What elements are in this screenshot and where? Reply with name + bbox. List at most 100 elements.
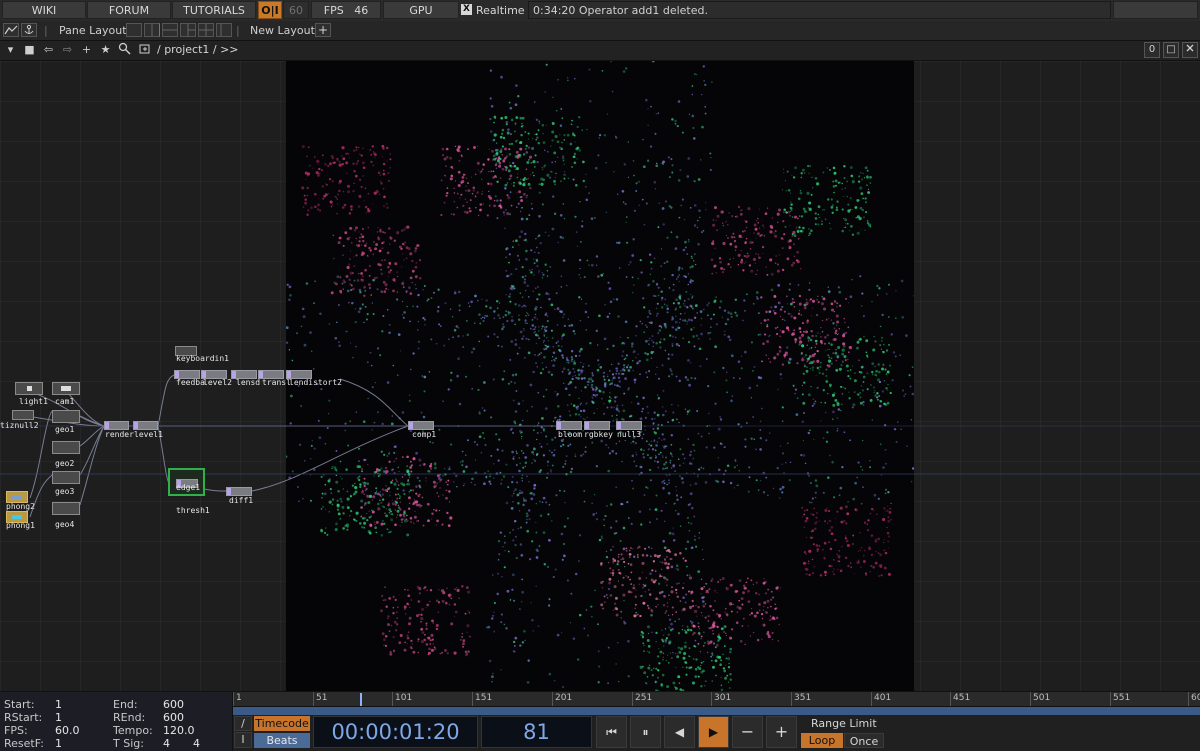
realtime-checkbox[interactable]: X xyxy=(461,4,472,15)
node-render1-label: render xyxy=(105,430,134,439)
timeline-mode-a-button[interactable]: / xyxy=(234,716,252,731)
ruler-tick-label: 51 xyxy=(313,692,327,706)
timeline-mode-b-button[interactable]: I xyxy=(234,732,252,748)
tempo-label: Tempo: xyxy=(113,724,153,737)
network-path-breadcrumb[interactable]: / project1 / >> xyxy=(157,43,239,56)
frame-display[interactable]: 81 xyxy=(481,716,592,748)
pane-type-icon[interactable] xyxy=(3,23,19,37)
layout-quad-icon[interactable] xyxy=(198,23,214,37)
gpu-button[interactable]: GPU xyxy=(383,1,459,19)
node-light1-label[interactable]: light1 xyxy=(19,397,48,406)
geo2-thumbnail xyxy=(52,441,80,454)
playhead-marker[interactable] xyxy=(360,693,362,706)
node-diff1[interactable] xyxy=(226,487,252,496)
node-null3[interactable] xyxy=(616,421,642,430)
realtime-label: Realtime xyxy=(476,4,525,17)
timecode-toggle-button[interactable]: Timecode xyxy=(254,716,310,731)
node-comp1[interactable] xyxy=(408,421,434,430)
forward-arrow-icon[interactable]: ⇨ xyxy=(59,42,76,58)
ruler-tick-label: 151 xyxy=(472,692,492,706)
pause-icon[interactable]: ⏸ xyxy=(630,716,661,748)
resetf-label: ResetF: xyxy=(4,737,44,750)
node-thresh1-label[interactable]: thresh1 xyxy=(176,506,210,515)
rstart-value[interactable]: 1 xyxy=(55,711,62,724)
layout-three-icon[interactable] xyxy=(180,23,196,37)
end-value[interactable]: 600 xyxy=(163,698,184,711)
node-phong2-label[interactable]: phong2 xyxy=(6,502,35,511)
range-limit-label: Range Limit xyxy=(811,717,877,730)
rend-value[interactable]: 600 xyxy=(163,711,184,724)
once-button[interactable]: Once xyxy=(844,733,884,748)
fps-cap-value[interactable]: 60 xyxy=(283,1,309,19)
forum-button[interactable]: FORUM xyxy=(87,1,171,19)
pane-menu-chevron-down-icon[interactable]: ▾ xyxy=(2,42,19,58)
maximize-pane-icon[interactable]: □ xyxy=(1163,42,1179,58)
oi-toggle-button[interactable]: O|I xyxy=(258,1,282,19)
instancenull-thumbnail xyxy=(12,410,34,420)
back-arrow-icon[interactable]: ⇦ xyxy=(40,42,57,58)
node-geo2-label[interactable]: geo2 xyxy=(55,459,74,468)
layout-single-icon[interactable] xyxy=(126,23,142,37)
pane-count-badge[interactable]: 0 xyxy=(1144,42,1160,58)
play-reverse-icon[interactable]: ◀ xyxy=(664,716,695,748)
tempo-value[interactable]: 120.0 xyxy=(163,724,195,737)
fps-setting-value[interactable]: 60.0 xyxy=(55,724,80,737)
node-level2-label: level2 xyxy=(203,378,232,387)
node-geo1-label[interactable]: geo1 xyxy=(55,425,74,434)
loop-button[interactable]: Loop xyxy=(801,733,843,748)
node-lendistort2-label: lendistort2 xyxy=(289,378,342,387)
resetf-value[interactable]: 1 xyxy=(55,737,62,750)
close-pane-icon[interactable] xyxy=(1182,42,1198,58)
beats-toggle-button[interactable]: Beats xyxy=(254,733,310,748)
ruler-tick-label: 351 xyxy=(791,692,811,706)
node-rgbkey[interactable] xyxy=(584,421,610,430)
timeline-range-bar[interactable] xyxy=(233,707,1200,715)
anchor-icon[interactable] xyxy=(21,23,37,37)
node-level1[interactable] xyxy=(133,421,158,430)
node-feedback1-label: feedba xyxy=(176,378,205,387)
parent-network-icon[interactable] xyxy=(136,42,153,58)
ruler-tick-label: 600 xyxy=(1188,692,1200,706)
search-settings-icon[interactable] xyxy=(116,42,133,58)
tutorials-button[interactable]: TUTORIALS xyxy=(172,1,256,19)
new-layout-add-button[interactable]: + xyxy=(315,23,331,37)
node-render1[interactable] xyxy=(104,421,129,430)
ruler-tick-label: 501 xyxy=(1030,692,1050,706)
wiki-button[interactable]: WIKI xyxy=(2,1,86,19)
node-level1-label: level1 xyxy=(134,430,163,439)
tsig-numerator[interactable]: 4 xyxy=(163,737,170,750)
new-layout-label[interactable]: New Layout xyxy=(250,24,315,37)
add-operator-plus-icon[interactable]: + xyxy=(78,42,95,58)
play-forward-icon[interactable]: ▶ xyxy=(698,716,729,748)
node-geo3-label[interactable]: geo3 xyxy=(55,487,74,496)
layout-split-horizontal-icon[interactable] xyxy=(162,23,178,37)
timecode-display[interactable]: 00:00:01:20 xyxy=(313,716,478,748)
node-transl-label: transl xyxy=(262,378,291,387)
node-lensd-label: lensd xyxy=(236,378,260,387)
rend-label: REnd: xyxy=(113,711,145,724)
timeline-bar: Start: 1 End: 600 RStart: 1 REnd: 600 FP… xyxy=(0,691,1200,751)
bookmark-star-icon[interactable]: ★ xyxy=(97,42,114,58)
node-phong1-label[interactable]: phong1 xyxy=(6,521,35,530)
fps-setting-label: FPS: xyxy=(4,724,28,737)
node-instancenull2-label[interactable]: tiznull2 xyxy=(0,421,39,430)
stop-square-icon[interactable]: ■ xyxy=(21,42,38,58)
node-cam1-label[interactable]: cam1 xyxy=(55,397,74,406)
node-keyboardin1-label[interactable]: keyboardin1 xyxy=(176,354,229,363)
ruler-tick-label: 451 xyxy=(950,692,970,706)
top-bar-spare-field xyxy=(1113,1,1198,19)
timeline-ruler[interactable]: 151101151201251301351401451501551600 xyxy=(233,692,1200,707)
time-settings-panel: Start: 1 End: 600 RStart: 1 REnd: 600 FP… xyxy=(0,692,233,751)
rewind-to-start-icon[interactable]: ⏮ xyxy=(596,716,627,748)
step-forward-plus-icon[interactable]: + xyxy=(766,716,797,748)
network-editor[interactable]: keyboardin1 feedba level2 lensd transl l… xyxy=(0,61,1200,691)
node-bloom[interactable] xyxy=(556,421,582,430)
node-bloom-label: bloom xyxy=(558,430,582,439)
step-back-minus-icon[interactable]: − xyxy=(732,716,763,748)
tsig-label: T Sig: xyxy=(113,737,144,750)
layout-split-vertical-icon[interactable] xyxy=(144,23,160,37)
layout-wide-icon[interactable] xyxy=(216,23,232,37)
node-geo4-label[interactable]: geo4 xyxy=(55,520,74,529)
tsig-denominator[interactable]: 4 xyxy=(193,737,200,750)
start-value[interactable]: 1 xyxy=(55,698,62,711)
